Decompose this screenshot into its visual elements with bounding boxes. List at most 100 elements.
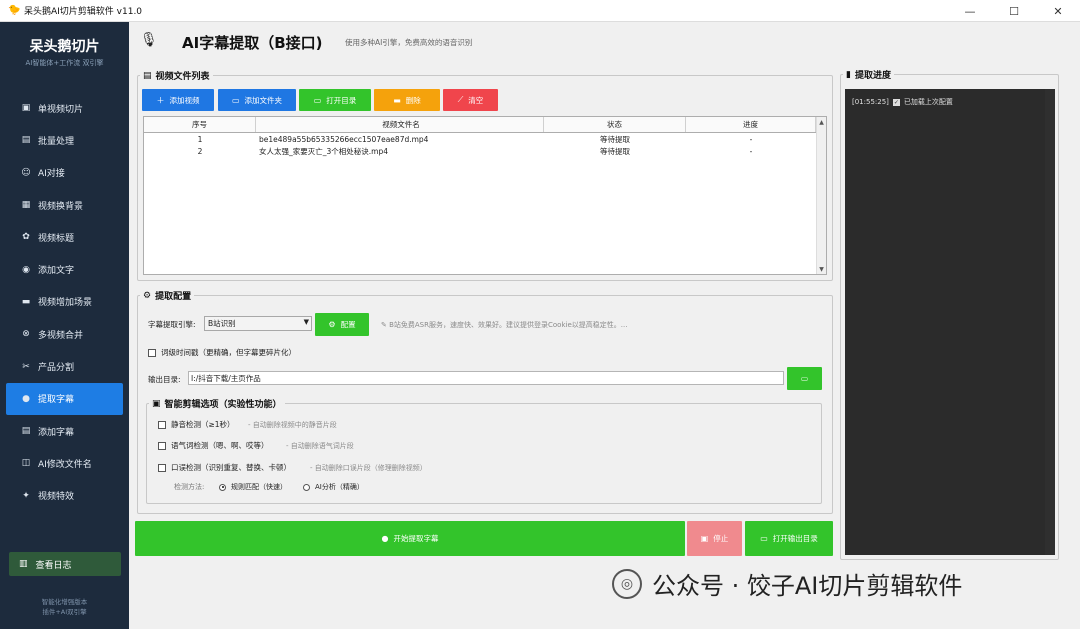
sidebar-item-batch[interactable]: ▤ 批量处理	[6, 124, 123, 156]
view-log-button[interactable]: ▥ 查看日志	[9, 552, 121, 576]
palette-icon: ✿	[22, 232, 30, 243]
slip-detect-checkbox[interactable]: 口误检测（识别重复、替换、卡顿）	[158, 462, 291, 473]
word-timestamp-checkbox[interactable]: 词级时间戳（更精确，但字幕更碎片化）	[148, 347, 296, 358]
window-controls: — ☐ ✕	[948, 0, 1080, 22]
checkbox-box[interactable]	[158, 463, 166, 472]
slip-detect-label: 口误检测（识别重复、替换、卡顿）	[171, 463, 291, 472]
radio-unselected[interactable]	[303, 483, 310, 491]
settings-icon: ⚙	[328, 320, 336, 329]
log-text: 已加载上次配置	[903, 98, 953, 106]
radio-selected[interactable]	[219, 483, 226, 491]
sidebar-item-add-subtitle[interactable]: ▤ 添加字幕	[6, 415, 123, 447]
row-filename: be1e489a55b65335266ecc1507eae87d.mp4	[259, 134, 429, 144]
table-scrollbar[interactable]: ▲ ▼	[816, 117, 826, 274]
clear-label: 清空	[468, 95, 484, 105]
output-dir-input[interactable]: I:/抖音下载/主页作品	[188, 371, 784, 385]
file-table: 序号 视频文件名 状态 进度 1 be1e489a55b65335266ecc1…	[143, 116, 827, 275]
doc-icon: ▤	[21, 426, 31, 437]
sidebar-item-label: 视频换背景	[38, 201, 84, 212]
sidebar-item-background[interactable]: ▦ 视频换背景	[6, 189, 123, 221]
sidebar-item-label: 视频标题	[38, 233, 75, 244]
sidebar-item-extract-subtitle[interactable]: ● 提取字幕	[6, 382, 123, 415]
scissors-icon: ✂	[22, 361, 30, 372]
sidebar-item-label: 产品分割	[38, 363, 75, 374]
sidebar-item-merge[interactable]: ⊗ 多视频合并	[6, 318, 123, 350]
delete-button[interactable]: ▬ 删除	[374, 89, 440, 111]
smart-edit-title-text: 智能剪辑选项（实验性功能）	[164, 400, 282, 410]
row-filename: 女人太强_家要灭亡_3个相处秘诀.mp4	[259, 146, 388, 156]
col-status[interactable]: 状态	[544, 117, 686, 132]
folder-open-icon: ▭	[313, 95, 322, 105]
file-list-title-text: 视频文件列表	[155, 72, 210, 82]
row-index: 2	[197, 146, 203, 156]
engine-select[interactable]: B站识别 ▼	[204, 316, 312, 331]
open-output-button[interactable]: ▭ 打开输出目录	[745, 521, 833, 556]
filler-detect-checkbox[interactable]: 语气词检测（嗯、啊、哎等）	[158, 440, 269, 451]
sidebar-item-split[interactable]: ✂ 产品分割	[6, 350, 123, 382]
col-filename[interactable]: 视频文件名	[256, 117, 544, 132]
close-button[interactable]: ✕	[1036, 0, 1080, 22]
checkbox-box[interactable]	[158, 441, 166, 450]
silence-detect-checkbox[interactable]: 静音检测（≥1秒）	[158, 419, 235, 430]
film-icon: ▣	[152, 398, 161, 409]
progress-title-text: 提取进度	[854, 71, 891, 81]
sidebar: 呆头鹅切片 AI智能体+工作流 双引擎 ▣ 单视频切片 ▤ 批量处理 ☺ AI对接 ▦…	[0, 22, 129, 629]
robot-icon: ☺	[21, 167, 31, 178]
scroll-down-icon[interactable]: ▼	[817, 264, 826, 274]
engine-config-button[interactable]: ⚙ 配置	[315, 313, 369, 336]
chevron-down-icon: ▼	[303, 318, 309, 326]
smart-edit-title: ▣ 智能剪辑选项（实验性功能）	[149, 397, 285, 410]
start-extract-label: 开始提取字幕	[393, 534, 439, 543]
chart-icon: ▮	[846, 69, 851, 80]
add-video-label: 添加视频	[169, 95, 200, 105]
sidebar-item-scene[interactable]: ▬ 视频增加场景	[6, 286, 123, 318]
table-row[interactable]: 1 be1e489a55b65335266ecc1507eae87d.mp4 等…	[144, 133, 826, 145]
open-dir-button[interactable]: ▭ 打开目录	[299, 89, 371, 111]
scroll-up-icon[interactable]: ▲	[817, 117, 826, 127]
table-row[interactable]: 2 女人太强_家要灭亡_3个相处秘诀.mp4 等待提取 -	[144, 145, 826, 157]
method-ai-radio[interactable]: AI分析（精确）	[303, 482, 364, 492]
tool-icon: ✎	[381, 321, 390, 329]
col-index[interactable]: 序号	[144, 117, 256, 132]
row-status: 等待提取	[600, 146, 630, 156]
sidebar-item-effects[interactable]: ✦ 视频特效	[6, 480, 123, 512]
row-index: 1	[197, 134, 203, 144]
method-rule-radio[interactable]: 规则匹配（快速）	[219, 482, 287, 492]
add-video-button[interactable]: ＋ 添加视频	[142, 89, 214, 111]
folder-icon: ▭	[760, 534, 768, 543]
sidebar-item-add-text[interactable]: ◉ 添加文字	[6, 253, 123, 285]
sidebar-item-label: AI修改文件名	[38, 459, 92, 470]
sidebar-item-label: 提取字幕	[38, 395, 75, 406]
minimize-button[interactable]: —	[948, 0, 992, 22]
sidebar-nav: ▣ 单视频切片 ▤ 批量处理 ☺ AI对接 ▦ 视频换背景 ✿ 视频标题 ◉ 添加文字 ▬ 视…	[6, 92, 123, 512]
checkbox-box[interactable]	[148, 348, 156, 357]
app-window: 🐤 呆头鹅AI切片剪辑软件 v11.0 — ☐ ✕ 呆头鹅切片 AI智能体+工作…	[0, 0, 1080, 629]
add-folder-button[interactable]: ▭ 添加文件夹	[218, 89, 296, 111]
log-scrollbar[interactable]	[1045, 89, 1055, 555]
stop-button[interactable]: ▣ 停止	[687, 521, 742, 556]
file-list-title: ▤ 视频文件列表	[140, 69, 213, 82]
rename-icon: ◫	[21, 458, 31, 469]
sidebar-item-rename[interactable]: ◫ AI修改文件名	[6, 447, 123, 479]
add-folder-label: 添加文件夹	[244, 95, 283, 105]
sidebar-item-single-clip[interactable]: ▣ 单视频切片	[6, 92, 123, 124]
checkbox-box[interactable]	[158, 420, 166, 429]
sidebar-item-label: 批量处理	[38, 136, 75, 147]
clear-button[interactable]: ⟋ 清空	[443, 89, 498, 111]
progress-log[interactable]: [01:55:25] ✓ 已加载上次配置	[845, 89, 1055, 555]
sidebar-item-ai[interactable]: ☺ AI对接	[6, 157, 123, 189]
log-icon: ▥	[19, 559, 28, 569]
sidebar-item-title[interactable]: ✿ 视频标题	[6, 221, 123, 253]
maximize-button[interactable]: ☐	[992, 0, 1036, 22]
sidebar-item-label: 视频特效	[38, 492, 75, 503]
brand-title: 呆头鹅切片	[29, 39, 100, 55]
col-progress[interactable]: 进度	[686, 117, 816, 132]
browse-folder-button[interactable]: ▭	[787, 367, 822, 390]
config-title-text: 提取配置	[155, 292, 192, 302]
silence-detect-label: 静音检测（≥1秒）	[171, 420, 235, 429]
watermark: ◎ 公众号 · 饺子AI切片剪辑软件	[612, 566, 962, 601]
engine-hint-text: B站免费ASR服务，速度快、效果好。建议提供登录Cookie以提高稳定性。...	[389, 321, 628, 329]
log-line: [01:55:25] ✓ 已加载上次配置	[852, 97, 953, 107]
view-log-label: 查看日志	[35, 560, 72, 571]
start-extract-button[interactable]: ● 开始提取字幕	[135, 521, 685, 556]
